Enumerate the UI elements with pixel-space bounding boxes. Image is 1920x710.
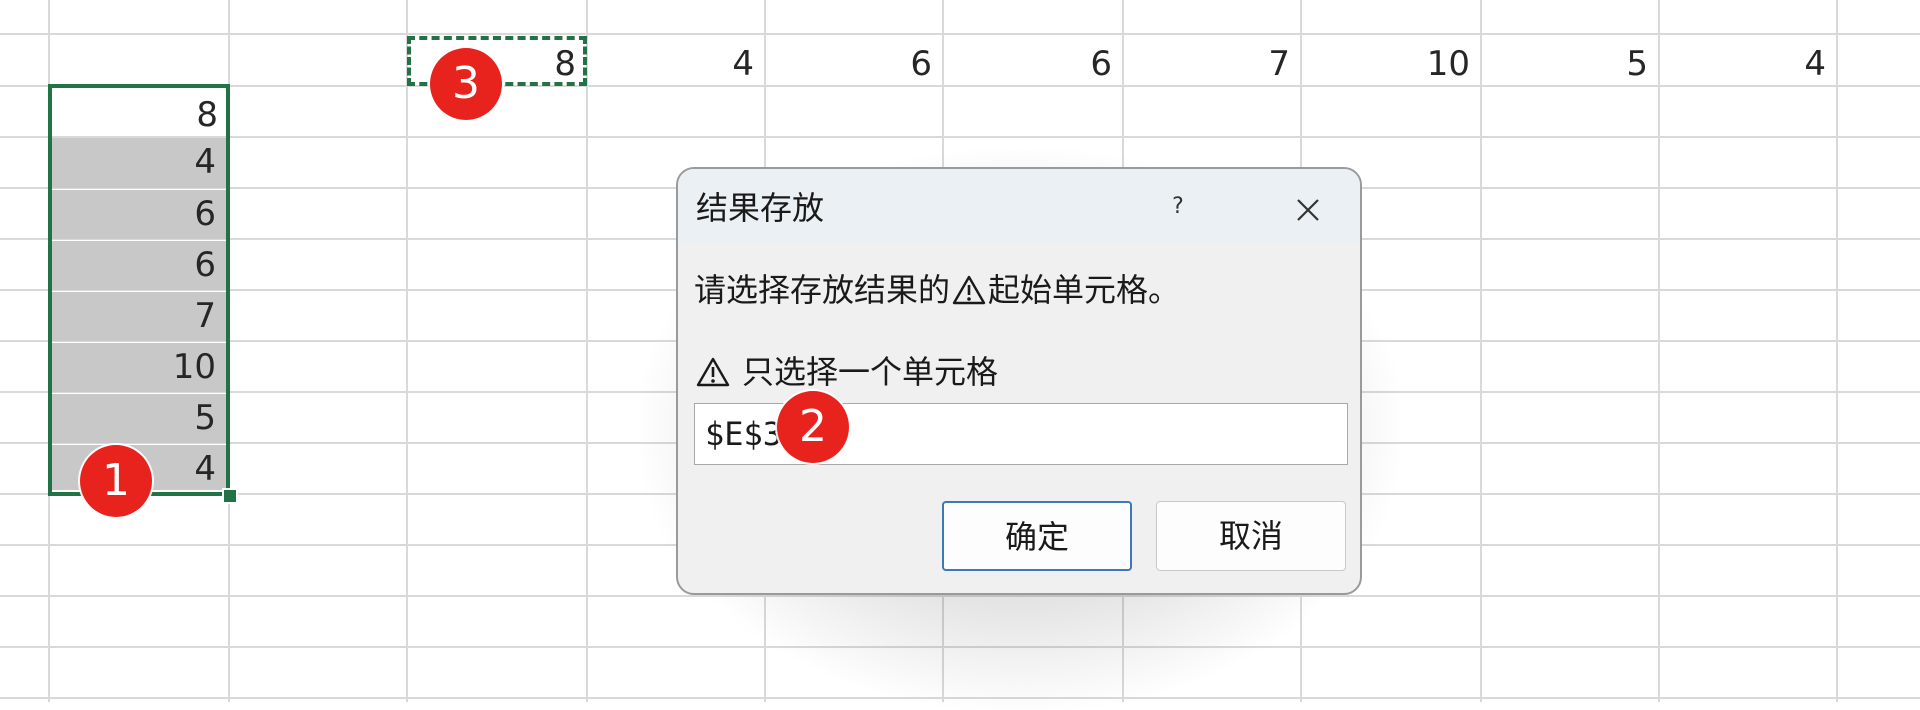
warning-line: 只选择一个单元格	[696, 347, 998, 396]
cell-G3[interactable]: 6	[766, 40, 942, 88]
cell-H3[interactable]: 6	[944, 40, 1122, 88]
step-badge-3: 3	[430, 48, 502, 120]
cancel-button[interactable]: 取消	[1156, 501, 1346, 571]
prompt-text-before: 请选择存放结果的	[694, 271, 951, 309]
help-button[interactable]: ?	[1158, 189, 1198, 225]
cell-L3[interactable]: 4	[1660, 40, 1836, 88]
warning-triangle-icon	[696, 356, 730, 396]
step-badge-2: 2	[777, 391, 849, 463]
result-location-dialog: 结果存放 ? 请选择存放结果的起始单元格。 只选择一个单元格 确定 取消	[676, 167, 1362, 595]
cell-I3[interactable]: 7	[1124, 40, 1300, 88]
cell-K3[interactable]: 5	[1482, 40, 1658, 88]
close-icon	[1297, 198, 1319, 221]
cell-F3[interactable]: 4	[588, 40, 764, 88]
step-badge-1: 1	[80, 445, 152, 517]
warning-triangle-icon	[952, 274, 986, 314]
dialog-prompt: 请选择存放结果的 起始单元格。	[694, 265, 1180, 314]
ok-button[interactable]: 确定	[942, 501, 1132, 571]
prompt-text-after: 起始单元格。	[988, 271, 1181, 309]
selection-range-border	[48, 84, 230, 496]
warning-text: 只选择一个单元格	[742, 353, 999, 391]
fill-handle[interactable]	[222, 488, 238, 504]
cell-J3[interactable]: 10	[1302, 40, 1480, 88]
dialog-title: 结果存放	[696, 189, 825, 227]
close-button[interactable]	[1278, 181, 1338, 233]
